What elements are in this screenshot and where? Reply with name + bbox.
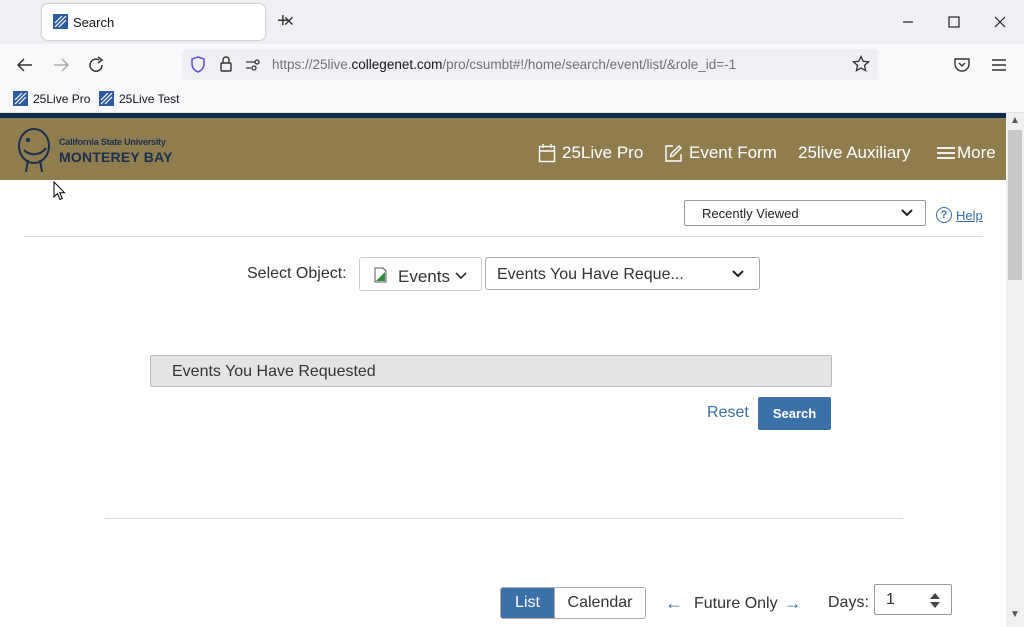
view-list-button[interactable]: List bbox=[501, 588, 554, 618]
page-scrollbar[interactable]: ▲ ▼ bbox=[1006, 113, 1024, 627]
bookmark-star-icon[interactable] bbox=[852, 55, 870, 73]
forward-icon[interactable] bbox=[51, 56, 71, 74]
bookmark-25live-pro[interactable]: 25Live Pro bbox=[13, 91, 90, 106]
saved-search-dropdown[interactable]: Events You Have Reque... bbox=[485, 257, 760, 290]
search-button[interactable]: Search bbox=[758, 397, 831, 430]
select-object-label: Select Object: bbox=[247, 265, 347, 282]
bookmark-25live-test[interactable]: 25Live Test bbox=[99, 91, 180, 106]
arrow-left-icon[interactable]: ← bbox=[665, 593, 683, 614]
25live-favicon-icon bbox=[99, 91, 114, 106]
query-text: Events You Have Requested bbox=[172, 363, 376, 380]
event-document-icon bbox=[374, 267, 387, 283]
permissions-icon[interactable] bbox=[245, 58, 261, 72]
scroll-up-icon[interactable]: ▲ bbox=[1010, 115, 1020, 126]
mouse-cursor-icon bbox=[53, 181, 66, 201]
calendar-icon bbox=[538, 144, 556, 163]
object-type-label: Events bbox=[398, 267, 450, 286]
help-link[interactable]: ? Help bbox=[936, 207, 983, 223]
help-label: Help bbox=[956, 207, 983, 223]
otter-logo-icon[interactable] bbox=[16, 124, 54, 174]
view-toggle: List Calendar bbox=[500, 587, 646, 619]
nav-label: 25live Auxiliary bbox=[798, 143, 911, 162]
object-type-dropdown[interactable]: Events bbox=[359, 257, 482, 291]
view-calendar-button[interactable]: Calendar bbox=[554, 588, 645, 618]
nav-label: Event Form bbox=[689, 143, 777, 162]
reload-icon[interactable] bbox=[87, 56, 107, 74]
nav-label: 25Live Pro bbox=[562, 143, 644, 162]
logo-university-name: California State University bbox=[59, 137, 166, 147]
recently-viewed-dropdown[interactable]: Recently Viewed bbox=[684, 200, 926, 226]
bookmark-label: 25Live Pro bbox=[33, 91, 91, 106]
nav-label: More bbox=[957, 143, 996, 162]
reset-link[interactable]: Reset bbox=[707, 404, 749, 422]
help-icon: ? bbox=[936, 207, 952, 223]
nav-25live-pro[interactable]: 25Live Pro bbox=[538, 143, 643, 163]
address-bar[interactable]: https://25live.collegenet.com/pro/csumbt… bbox=[182, 49, 878, 80]
chevron-down-icon bbox=[732, 270, 744, 278]
25live-favicon-icon bbox=[13, 91, 28, 106]
search-query-display: Events You Have Requested bbox=[150, 355, 832, 387]
close-window-icon[interactable] bbox=[990, 12, 1010, 32]
bookmarks-toolbar: 25Live Pro 25Live Test bbox=[0, 86, 1024, 113]
divider bbox=[105, 518, 903, 519]
minimize-icon[interactable] bbox=[898, 12, 918, 32]
divider bbox=[24, 236, 983, 237]
tracking-protection-icon[interactable] bbox=[190, 56, 206, 73]
nav-event-form[interactable]: Event Form bbox=[664, 143, 777, 163]
hamburger-icon bbox=[937, 147, 955, 159]
chevron-down-icon bbox=[901, 209, 913, 217]
pocket-icon[interactable] bbox=[952, 56, 972, 74]
days-value: 1 bbox=[886, 591, 895, 608]
25live-favicon-icon bbox=[53, 14, 68, 29]
arrow-right-icon[interactable]: → bbox=[784, 593, 802, 614]
logo-campus-name: MONTEREY BAY bbox=[59, 149, 173, 165]
page-viewport: California State University MONTEREY BAY… bbox=[0, 113, 1024, 627]
url-text[interactable]: https://25live.collegenet.com/pro/csumbt… bbox=[272, 57, 736, 72]
nav-more[interactable]: More bbox=[936, 143, 996, 163]
stepper-arrows-icon[interactable] bbox=[929, 592, 941, 609]
browser-tab[interactable]: Search ✕ bbox=[42, 4, 295, 40]
bookmark-label: 25Live Test bbox=[119, 91, 180, 106]
chevron-down-icon bbox=[455, 272, 467, 280]
site-header: California State University MONTEREY BAY… bbox=[0, 118, 1006, 180]
browser-tab-strip: Search ✕ + bbox=[0, 0, 1024, 44]
back-icon[interactable] bbox=[15, 56, 35, 74]
days-stepper[interactable]: 1 bbox=[874, 584, 952, 615]
dropdown-value: Recently Viewed bbox=[702, 206, 799, 221]
future-only-label: Future Only bbox=[694, 594, 778, 612]
future-only-control: ← Future Only → bbox=[665, 593, 802, 614]
new-tab-icon[interactable]: + bbox=[277, 9, 289, 33]
scroll-thumb[interactable] bbox=[1008, 130, 1022, 280]
maximize-icon[interactable] bbox=[944, 12, 964, 32]
menu-icon[interactable] bbox=[989, 56, 1009, 74]
nav-25live-auxiliary[interactable]: 25live Auxiliary bbox=[798, 143, 910, 163]
saved-search-value: Events You Have Reque... bbox=[497, 266, 684, 283]
scroll-down-icon[interactable]: ▼ bbox=[1010, 609, 1020, 620]
lock-icon[interactable] bbox=[219, 56, 233, 73]
edit-icon bbox=[665, 144, 682, 162]
tab-title: Search bbox=[73, 15, 115, 30]
days-label: Days: bbox=[828, 594, 869, 611]
